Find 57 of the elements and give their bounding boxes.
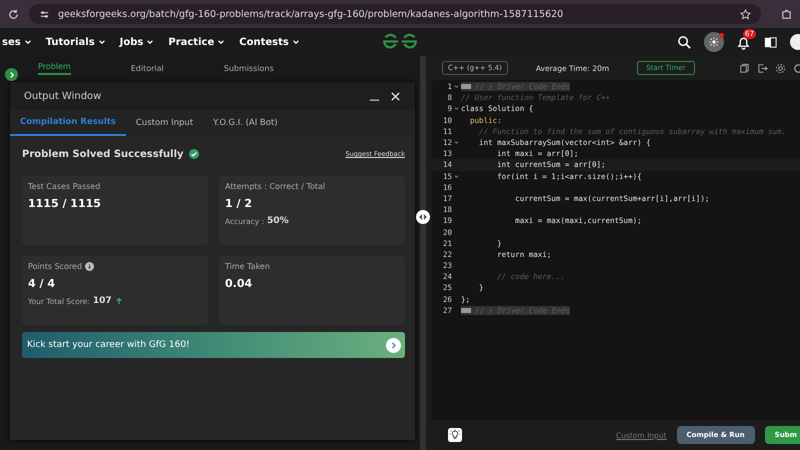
resize-handle[interactable]: [416, 210, 430, 224]
promo-banner[interactable]: Kick start your career with GfG 160!: [22, 332, 405, 358]
card-value: 1 / 2: [225, 197, 253, 210]
star-icon[interactable]: [740, 8, 751, 20]
search-icon[interactable]: [677, 34, 692, 50]
chevron-right-icon[interactable]: [386, 338, 401, 352]
theme-toggle[interactable]: [704, 32, 724, 52]
arrow-up-icon: [114, 297, 123, 305]
fold-icon[interactable]: [454, 84, 459, 90]
nav-menu-item[interactable]: ses: [2, 36, 32, 48]
output-tab[interactable]: Custom Input: [126, 110, 204, 136]
output-tab[interactable]: Compilation Results: [10, 110, 126, 136]
nav-menu-item[interactable]: Jobs: [120, 36, 154, 48]
card-label: Points Scored: [28, 262, 82, 271]
card-label: Test Cases Passed: [28, 182, 100, 191]
fold-icon[interactable]: [454, 106, 459, 112]
lightbulb-icon[interactable]: [448, 428, 462, 442]
sun-icon[interactable]: [709, 37, 719, 47]
settings-icon[interactable]: [775, 62, 786, 74]
problem-tab[interactable]: Problem: [38, 62, 71, 74]
nav-menu-item[interactable]: Practice: [168, 36, 226, 48]
chevron-down-icon[interactable]: [24, 38, 32, 46]
fold-icon[interactable]: [454, 140, 459, 146]
nav-menu-item[interactable]: Tutorials: [46, 36, 106, 48]
note-value: 107: [92, 296, 112, 306]
problem-tab[interactable]: Submissions: [224, 64, 274, 72]
card-label: Time Taken: [225, 262, 270, 271]
window-title: Output Window: [24, 90, 102, 102]
export-icon[interactable]: [757, 62, 768, 74]
info-icon[interactable]: [85, 262, 94, 271]
card-value: 0.04: [225, 277, 254, 290]
note-value: 50%: [267, 216, 289, 226]
problem-tab[interactable]: Editorial: [130, 64, 164, 72]
site-settings-icon[interactable]: [39, 8, 50, 20]
address-bar[interactable]: geeksforgeeks.org/batch/gfg-160-problems/track/arrays-gfg-160/problem/kadanes-algorithm-1587115620: [29, 4, 761, 24]
copy-icon[interactable]: [739, 62, 750, 74]
card-value: 4 / 4: [28, 277, 56, 290]
close-icon[interactable]: [390, 90, 401, 102]
bell-icon[interactable]: [736, 34, 751, 50]
card-value: 1115 / 1115: [28, 197, 102, 210]
logo-icon[interactable]: [382, 33, 418, 50]
reload-icon[interactable]: [8, 8, 19, 20]
chevron-down-icon[interactable]: [98, 38, 106, 46]
check-icon: [188, 149, 199, 159]
output-tab[interactable]: Y.O.G.I. (AI Bot): [203, 110, 288, 136]
nav-menu-item[interactable]: Contests: [239, 36, 300, 48]
card-label: Attempts : Correct / Total: [225, 182, 326, 191]
chevron-down-icon[interactable]: [146, 38, 154, 46]
chevron-down-icon[interactable]: [292, 38, 300, 46]
status-text: Problem Solved Successfully: [22, 148, 184, 160]
chevron-right-icon[interactable]: [8, 70, 16, 78]
chevron-down-icon[interactable]: [217, 38, 226, 46]
extensions-icon[interactable]: [781, 8, 792, 20]
fold-icon[interactable]: [454, 174, 459, 179]
banner-text: Kick start your career with GfG 160!: [27, 340, 190, 350]
url-text: geeksforgeeks.org/batch/gfg-160-problems/track/arrays-gfg-160/problem/kadanes-algorithm-1587115620: [58, 8, 564, 20]
expand-button[interactable]: [5, 68, 18, 81]
